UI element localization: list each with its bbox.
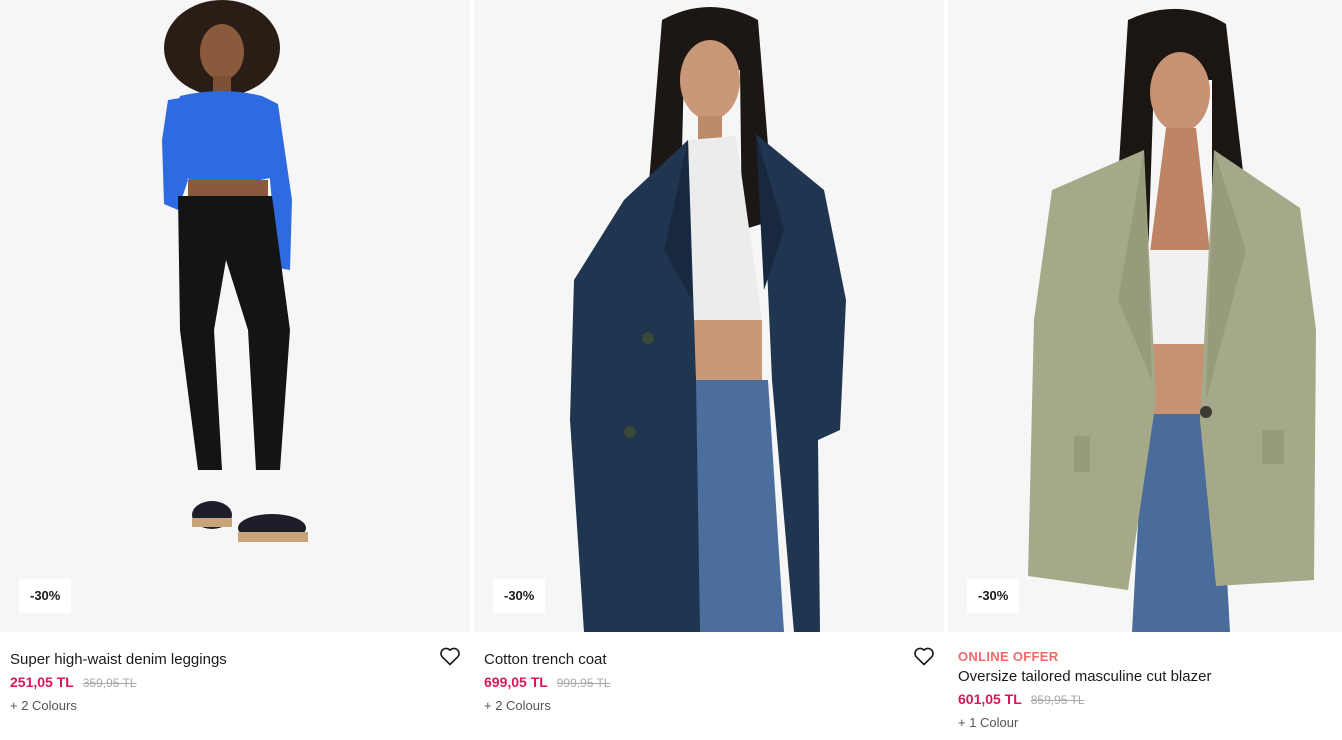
product-prices: 699,05 TL 999,95 TL bbox=[484, 674, 934, 690]
discount-badge: -30% bbox=[967, 579, 1020, 613]
product-name[interactable]: Cotton trench coat bbox=[484, 651, 934, 668]
product-image[interactable] bbox=[0, 0, 470, 632]
sale-price: 251,05 TL bbox=[10, 674, 74, 690]
leggings-model-illustration bbox=[0, 0, 470, 632]
online-offer-label: ONLINE OFFER bbox=[958, 649, 1059, 664]
discount-badge: -30% bbox=[19, 579, 72, 613]
colour-count[interactable]: + 2 Colours bbox=[484, 698, 934, 713]
product-prices: 601,05 TL 859,95 TL bbox=[958, 691, 1332, 707]
product-card[interactable]: -30% Super high-waist denim leggings 251… bbox=[0, 0, 470, 740]
product-name[interactable]: Oversize tailored masculine cut blazer bbox=[958, 668, 1332, 685]
original-price: 999,95 TL bbox=[556, 676, 611, 690]
trench-coat-model-illustration bbox=[474, 0, 944, 632]
product-image[interactable] bbox=[474, 0, 944, 632]
product-name[interactable]: Super high-waist denim leggings bbox=[10, 651, 460, 668]
original-price: 359,95 TL bbox=[82, 676, 137, 690]
colour-count[interactable]: + 2 Colours bbox=[10, 698, 460, 713]
sale-price: 699,05 TL bbox=[484, 674, 548, 690]
product-card[interactable]: -30% ONLINE OFFER Oversize tailored masc… bbox=[948, 0, 1342, 740]
colour-count[interactable]: + 1 Colour bbox=[958, 715, 1332, 730]
product-info: ONLINE OFFER Oversize tailored masculine… bbox=[958, 640, 1332, 730]
original-price: 859,95 TL bbox=[1030, 693, 1085, 707]
blazer-model-illustration bbox=[948, 0, 1342, 632]
product-grid: -30% Super high-waist denim leggings 251… bbox=[0, 0, 1342, 740]
product-image[interactable] bbox=[948, 0, 1342, 632]
discount-badge: -30% bbox=[493, 579, 546, 613]
sale-price: 601,05 TL bbox=[958, 691, 1022, 707]
product-info: Cotton trench coat 699,05 TL 999,95 TL +… bbox=[484, 640, 934, 713]
product-card[interactable]: -30% Cotton trench coat 699,05 TL 999,95… bbox=[474, 0, 944, 740]
product-prices: 251,05 TL 359,95 TL bbox=[10, 674, 460, 690]
product-info: Super high-waist denim leggings 251,05 T… bbox=[10, 640, 460, 713]
